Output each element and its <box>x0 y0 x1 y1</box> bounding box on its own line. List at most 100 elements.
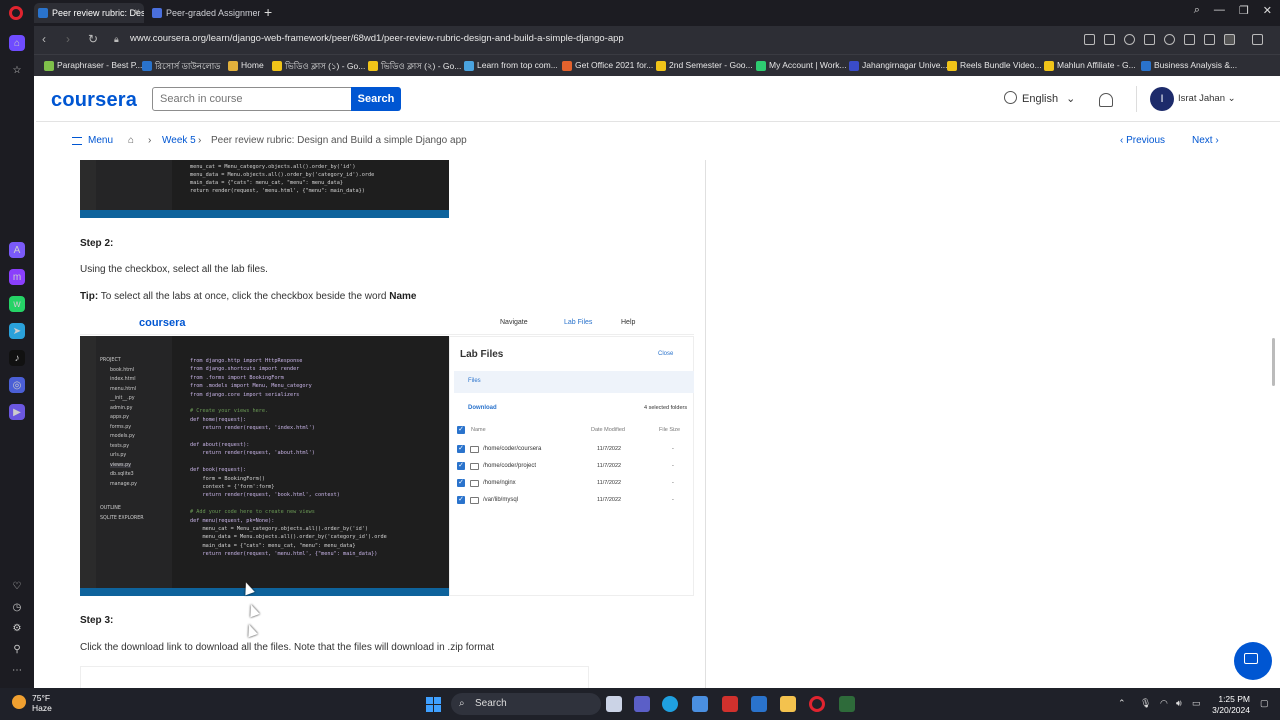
more-icon[interactable]: ⋯ <box>9 662 25 678</box>
bookmark-item[interactable]: Jahangirnagar Unive... <box>849 60 948 71</box>
star-icon[interactable]: ☆ <box>9 62 25 78</box>
whatsapp-icon[interactable]: w <box>9 296 25 312</box>
code-line: from django.shortcuts import render <box>190 366 300 373</box>
minimize-icon[interactable]: — <box>1214 4 1225 17</box>
shield-icon[interactable] <box>1124 34 1135 45</box>
history-icon[interactable]: ◷ <box>9 599 25 615</box>
bookmark-favicon-icon <box>44 61 54 71</box>
heart-icon[interactable]: ♡ <box>9 578 25 594</box>
chat-button[interactable] <box>1234 642 1272 680</box>
step-3-text: Click the download link to download all … <box>80 642 495 653</box>
extensions-icon[interactable] <box>1252 34 1263 45</box>
search-tabs-icon[interactable]: ⌕ <box>1194 4 1200 17</box>
lab-col-size: File Size <box>659 427 681 433</box>
messenger-icon[interactable]: m <box>9 269 25 285</box>
instagram-icon[interactable]: ◎ <box>9 377 25 393</box>
profile-icon[interactable] <box>1224 34 1235 45</box>
store-icon[interactable] <box>692 696 708 712</box>
bookmark-item[interactable]: Get Office 2021 for... <box>562 60 653 71</box>
home-icon[interactable]: ⌂ <box>9 35 25 51</box>
file-tree-item: tests.py <box>110 443 130 449</box>
bookmark-item[interactable]: My Account | Work... <box>756 60 847 71</box>
microphone-icon[interactable]: 🎙︎ <box>1140 698 1151 709</box>
telegram-icon[interactable]: ➤ <box>9 323 25 339</box>
user-menu[interactable]: Israt Jahan ⌄ <box>1178 93 1236 104</box>
bookmark-item[interactable]: Home <box>228 60 264 71</box>
start-button-icon[interactable] <box>426 697 441 712</box>
url-field[interactable]: www.coursera.org/learn/django-web-framew… <box>130 33 624 44</box>
camera-icon[interactable] <box>1104 34 1115 45</box>
coursera-logo[interactable]: coursera <box>51 89 137 112</box>
previous-button[interactable]: ‹ Previous <box>1120 135 1165 146</box>
bookmark-item[interactable]: ভিডিও ক্লাস (২) - Go... <box>368 60 461 74</box>
pin-icon[interactable]: ⚲ <box>9 641 25 657</box>
heart-icon[interactable] <box>1164 34 1175 45</box>
bookmark-item[interactable]: Business Analysis &... <box>1141 60 1237 71</box>
weather-widget[interactable]: 75°F Haze <box>10 693 52 713</box>
close-window-icon[interactable]: ✕ <box>1263 4 1272 17</box>
volume-icon[interactable]: 🔊︎ <box>1176 698 1182 709</box>
step-3-title: Step 3: <box>80 615 114 626</box>
menu-button[interactable]: Menu <box>72 135 113 146</box>
back-icon[interactable]: ‹ <box>42 32 46 46</box>
code-screenshot-top: menu_cat = Menu_category.objects.all().o… <box>80 160 449 218</box>
aria-icon[interactable]: A <box>9 242 25 258</box>
app-icon[interactable] <box>839 696 855 712</box>
page-scrollbar[interactable] <box>1272 338 1275 386</box>
forward-icon[interactable]: › <box>66 32 70 46</box>
lab-col-name: Name <box>471 427 486 433</box>
search-input[interactable] <box>152 87 352 111</box>
bookmark-item[interactable]: 2nd Semester - Goo... <box>656 60 753 71</box>
close-tab-icon[interactable]: × <box>134 3 140 23</box>
notification-bell-icon[interactable] <box>1099 93 1113 107</box>
player-icon[interactable]: ▶ <box>9 404 25 420</box>
new-tab-icon[interactable]: + <box>264 4 272 20</box>
next-button[interactable]: Next › <box>1192 135 1219 146</box>
clock[interactable]: 1:25 PM 3/20/2024 <box>1212 694 1250 716</box>
opera-taskbar-icon[interactable] <box>809 696 825 712</box>
lab-files-panel: Lab Files Close Files Download 4 selecte… <box>449 336 694 596</box>
bookmark-item[interactable]: Mahlun Affiliate - G... <box>1044 60 1136 71</box>
breadcrumb-week[interactable]: Week 5 <box>162 135 196 146</box>
home-icon[interactable]: ⌂ <box>128 135 134 146</box>
tray-chevron-icon[interactable]: ⌃ <box>1118 698 1126 709</box>
bookmark-item[interactable]: Learn from top com... <box>464 60 558 71</box>
menu-icon[interactable] <box>1204 34 1215 45</box>
edit-icon[interactable] <box>1084 34 1095 45</box>
task-view-icon[interactable] <box>606 696 622 712</box>
settings-icon[interactable]: ⚙ <box>9 620 25 636</box>
tab-peer-graded[interactable]: Peer-graded Assignment: <box>148 3 260 23</box>
file-explorer-icon[interactable] <box>780 696 796 712</box>
bookmark-item[interactable]: Reels Bundle Video... <box>947 60 1042 71</box>
edge-icon[interactable] <box>662 696 678 712</box>
step-2-title: Step 2: <box>80 238 114 249</box>
download-icon[interactable] <box>1184 34 1195 45</box>
battery-icon[interactable]: ▭ <box>1192 698 1201 709</box>
restore-icon[interactable]: ❐ <box>1239 4 1249 17</box>
bookmark-item[interactable]: রিসোর্স ডাউনলোড <box>142 60 220 74</box>
windows-taskbar: 75°F Haze ⌕ Search ⌃ 🎙︎ ◠ 🔊︎ ▭ 1:25 PM 3/… <box>0 688 1280 720</box>
teams-icon[interactable] <box>634 696 650 712</box>
coursera-favicon-icon <box>38 8 48 18</box>
notification-icon[interactable]: ▢ <box>1260 698 1269 709</box>
tab-peer-review[interactable]: Peer review rubric: Design × <box>34 3 144 23</box>
chevron-right-icon: › <box>148 135 152 146</box>
code-line: return render(request, 'menu.html', {"me… <box>190 188 365 194</box>
bookmark-item[interactable]: ভিডিও ক্লাস (১) - Go... <box>272 60 365 74</box>
code-line: menu_data = Menu.objects.all().order_by(… <box>190 172 375 178</box>
file-row-date: 11/7/2022 <box>597 463 622 469</box>
bookmark-item[interactable]: Paraphraser - Best P... <box>44 60 142 71</box>
wifi-icon[interactable]: ◠ <box>1160 698 1168 709</box>
lab-nav-files: Lab Files <box>564 319 593 326</box>
mail-icon[interactable] <box>751 696 767 712</box>
play-icon[interactable] <box>1144 34 1155 45</box>
opera-logo-icon[interactable] <box>9 6 23 20</box>
search-button[interactable]: Search <box>351 87 401 111</box>
gift-icon[interactable] <box>722 696 738 712</box>
avatar[interactable]: I <box>1150 87 1174 111</box>
language-selector[interactable]: English ⌄ <box>1004 91 1075 105</box>
taskbar-search[interactable]: ⌕ Search <box>451 693 601 715</box>
reload-icon[interactable]: ↻ <box>88 32 98 46</box>
tiktok-icon[interactable]: ♪ <box>9 350 25 366</box>
file-row-size: - <box>672 497 674 503</box>
